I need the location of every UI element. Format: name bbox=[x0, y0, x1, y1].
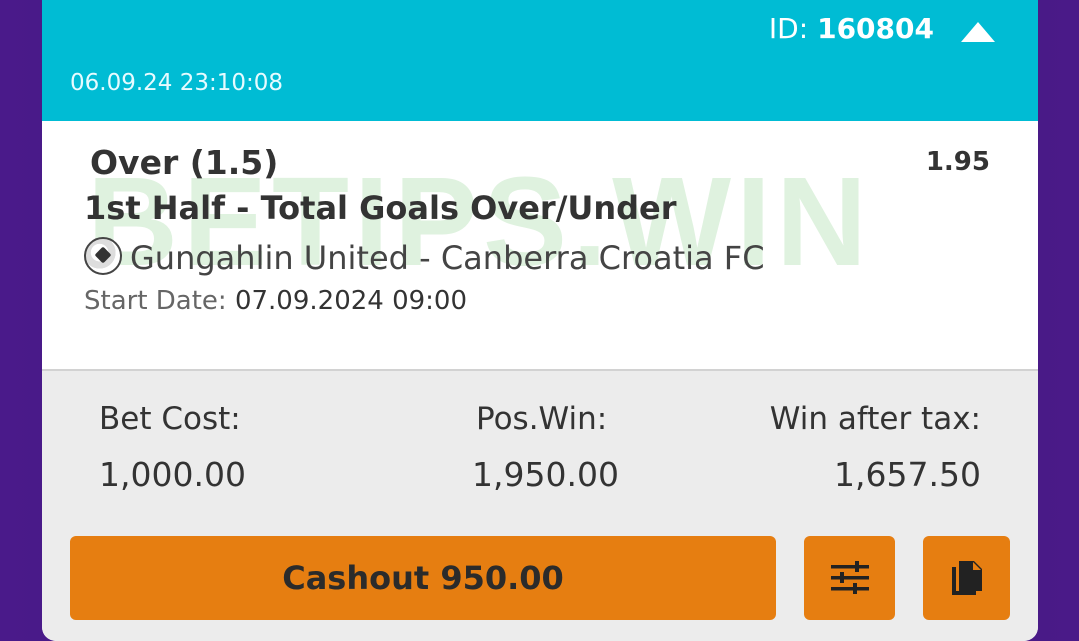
selection-match: Gungahlin United - Canberra Croatia FC bbox=[84, 237, 765, 277]
collapse-chevron-up-icon[interactable] bbox=[961, 22, 995, 42]
start-date-label: Start Date: bbox=[84, 286, 227, 316]
bet-cost-label: Bet Cost: bbox=[99, 401, 241, 437]
copy-icon bbox=[952, 561, 982, 595]
cashout-button[interactable]: Cashout 950.00 bbox=[70, 536, 776, 620]
match-name: Gungahlin United - Canberra Croatia FC bbox=[130, 239, 765, 277]
win-after-tax-label: Win after tax: bbox=[769, 401, 981, 437]
start-date-value: 07.09.2024 09:00 bbox=[234, 286, 468, 316]
selection-odds: 1.95 bbox=[925, 147, 990, 177]
bet-card: ID: 160804 06.09.24 23:10:08 BETIPS.WIN … bbox=[42, 0, 1038, 641]
settings-button[interactable] bbox=[804, 536, 895, 620]
sliders-icon bbox=[831, 561, 869, 594]
soccer-ball-icon bbox=[84, 237, 122, 275]
selection-panel: BETIPS.WIN Over (1.5) 1.95 1st Half - To… bbox=[42, 121, 1038, 369]
bet-header[interactable]: ID: 160804 06.09.24 23:10:08 bbox=[42, 0, 1038, 121]
pos-win-label: Pos.Win: bbox=[476, 401, 608, 437]
selection-market: 1st Half - Total Goals Over/Under bbox=[84, 189, 677, 227]
win-after-tax-value: 1,657.50 bbox=[834, 455, 981, 494]
copy-button[interactable] bbox=[923, 536, 1010, 620]
start-date: Start Date: 07.09.2024 09:00 bbox=[84, 286, 467, 316]
bet-id-value: 160804 bbox=[817, 12, 934, 45]
bet-cost-value: 1,000.00 bbox=[99, 455, 246, 494]
selection-pick: Over (1.5) bbox=[90, 143, 279, 182]
pos-win-value: 1,950.00 bbox=[472, 455, 619, 494]
bet-summary: Bet Cost: 1,000.00 Pos.Win: 1,950.00 Win… bbox=[42, 369, 1038, 641]
bet-datetime: 06.09.24 23:10:08 bbox=[70, 70, 284, 96]
bet-id-label: ID: bbox=[768, 12, 809, 45]
bet-id: ID: 160804 bbox=[769, 12, 934, 45]
